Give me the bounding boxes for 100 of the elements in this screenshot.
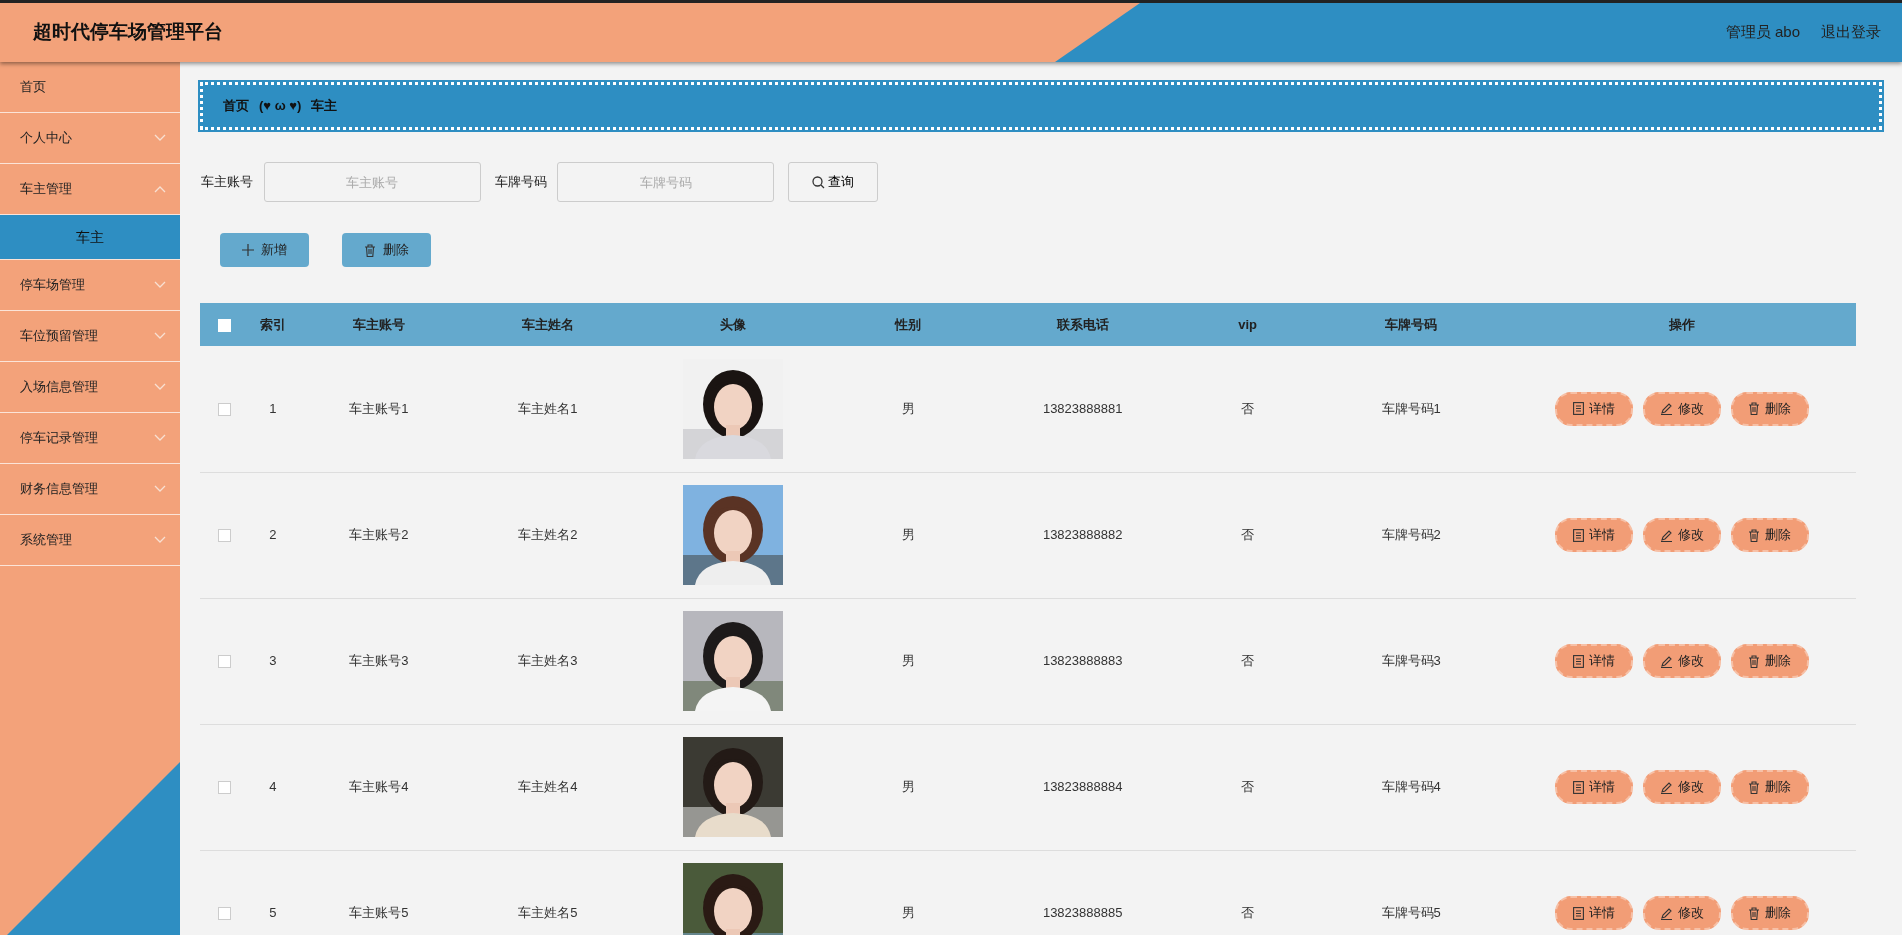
logout-link[interactable]: 退出登录 (1821, 21, 1881, 44)
delete-button[interactable]: 删除 (1730, 391, 1809, 426)
table-cell: 男 (901, 779, 915, 795)
sidebar-item[interactable]: 入场信息管理 (0, 362, 180, 413)
sidebar-item[interactable]: 车位预留管理 (0, 311, 180, 362)
edit-button[interactable]: 修改 (1642, 896, 1721, 930)
detail-button[interactable]: 详情 (1554, 644, 1633, 678)
table-cell: 车牌号码2 (1381, 527, 1441, 543)
sidebar-subitem[interactable]: 车主 (0, 215, 180, 260)
table-cell: 车主姓名2 (518, 527, 578, 543)
delete-button[interactable]: 删除 (1730, 896, 1809, 930)
search-icon (811, 175, 825, 189)
table-cell: 男 (901, 653, 915, 669)
table-cell: 否 (1241, 653, 1255, 669)
field-label: 车牌号码 (494, 173, 547, 192)
field-label: 车主账号 (201, 173, 253, 192)
search-field[interactable]: 车主账号 (263, 162, 481, 202)
column-header: 操作 (1668, 316, 1695, 332)
app-title: 超时代停车场管理平台 (33, 20, 223, 45)
table-cell: 否 (1241, 527, 1255, 543)
detail-button[interactable]: 详情 (1554, 391, 1633, 426)
edit-button[interactable]: 修改 (1642, 391, 1721, 426)
column-header: 性别 (895, 316, 922, 332)
table-cell: 男 (901, 527, 915, 543)
chevron-icon (154, 281, 166, 289)
table-cell: 车牌号码1 (1381, 401, 1441, 416)
column-header: 联系电话 (1056, 316, 1109, 332)
detail-button[interactable]: 详情 (1554, 770, 1633, 804)
column-header: 车牌号码 (1385, 316, 1438, 332)
delete-button[interactable]: 删除 (1730, 770, 1809, 804)
table-cell: 否 (1241, 779, 1255, 795)
chevron-icon (154, 536, 166, 544)
sidebar-item[interactable]: 停车场管理 (0, 260, 180, 311)
checkbox[interactable] (217, 781, 231, 795)
table-cell: 车主姓名1 (518, 401, 578, 416)
row-index: 3 (269, 653, 277, 669)
sidebar-item[interactable]: 财务信息管理 (0, 464, 180, 515)
sidebar-item[interactable]: 个人中心 (0, 113, 180, 164)
trash-icon (1748, 402, 1761, 416)
trash-icon (1748, 528, 1761, 542)
trash-icon (1748, 780, 1761, 794)
document-icon (1572, 528, 1584, 542)
delete-button[interactable]: 删除 (1730, 644, 1809, 678)
breadcrumb-separator: (♥ ω ♥) (259, 97, 302, 116)
checkbox[interactable] (217, 529, 231, 543)
column-header: 车主账号 (352, 316, 405, 332)
add-button[interactable]: 新增 (220, 233, 309, 267)
checkbox[interactable] (217, 655, 231, 669)
search-field[interactable]: 车牌号码 (557, 162, 774, 202)
table-cell: 13823888884 (1042, 779, 1123, 795)
detail-button[interactable]: 详情 (1554, 518, 1633, 552)
table-cell: 否 (1241, 905, 1255, 921)
pencil-icon (1659, 402, 1673, 416)
table-cell: 13823888883 (1042, 653, 1123, 669)
pencil-icon (1659, 528, 1673, 542)
chevron-icon (154, 434, 166, 442)
sidebar-item[interactable]: 首页 (0, 62, 180, 113)
sidebar-item[interactable]: 系统管理 (0, 515, 180, 566)
pencil-icon (1659, 780, 1673, 794)
table-cell: 13823888885 (1042, 905, 1123, 921)
table-cell: 车主姓名3 (518, 653, 578, 669)
table-cell: 车主姓名5 (518, 905, 578, 921)
chevron-icon (154, 134, 166, 142)
table-cell: 车主姓名4 (518, 779, 578, 795)
chevron-icon (154, 485, 166, 493)
detail-button[interactable]: 详情 (1554, 896, 1633, 930)
table-cell: 否 (1241, 401, 1255, 416)
delete-button[interactable]: 删除 (1730, 518, 1809, 552)
checkbox[interactable] (217, 907, 231, 921)
edit-button[interactable]: 修改 (1642, 770, 1721, 804)
table-cell: 车牌号码5 (1381, 905, 1441, 921)
checkbox[interactable] (217, 403, 231, 417)
breadcrumb-link[interactable]: 车主 (311, 96, 338, 116)
table-cell: 车牌号码4 (1381, 779, 1441, 795)
table-cell: 男 (901, 905, 915, 921)
table-cell: 车主账号5 (349, 905, 409, 921)
table-cell: 车主账号2 (349, 527, 409, 543)
column-header: vip (1238, 316, 1258, 332)
table-cell: 车主账号4 (349, 779, 409, 795)
row-index: 4 (269, 779, 277, 795)
table-cell: 13823888882 (1042, 527, 1123, 543)
trash-icon (364, 243, 376, 257)
table-cell: 车主账号1 (349, 401, 409, 416)
column-header: 索引 (259, 316, 286, 332)
search-button[interactable]: 查询 (788, 162, 878, 202)
user-name: 管理员 abo (1725, 22, 1800, 43)
table-cell: 车主账号3 (349, 653, 409, 669)
document-icon (1572, 654, 1584, 668)
breadcrumb-link[interactable]: 首页 (223, 96, 249, 116)
chevron-icon (154, 383, 166, 391)
edit-button[interactable]: 修改 (1642, 518, 1721, 552)
column-header: 车主姓名 (521, 316, 574, 332)
chevron-icon (154, 332, 166, 340)
delete-button[interactable]: 删除 (342, 233, 431, 267)
edit-button[interactable]: 修改 (1642, 644, 1721, 678)
document-icon (1572, 402, 1584, 416)
pencil-icon (1659, 906, 1673, 920)
table-cell: 车牌号码3 (1381, 653, 1441, 669)
sidebar-item[interactable]: 停车记录管理 (0, 413, 180, 464)
column-header: 头像 (720, 316, 747, 332)
